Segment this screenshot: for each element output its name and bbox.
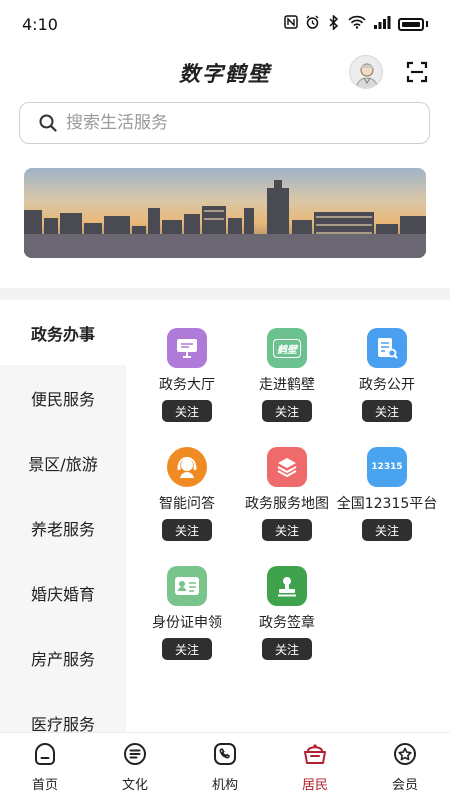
stamp-icon — [267, 566, 307, 606]
hotline-badge-text: 12315 — [371, 462, 403, 472]
battery-icon — [398, 17, 424, 31]
search-box[interactable] — [19, 102, 430, 144]
section-divider — [0, 288, 450, 300]
service-tile[interactable]: 政务公开 关注 — [337, 318, 437, 423]
scan-icon — [406, 61, 428, 83]
service-label: 身份证申领 — [152, 615, 222, 631]
follow-button[interactable]: 关注 — [162, 638, 212, 660]
sidebar-item-wedding-childbirth[interactable]: 婚庆婚育 — [0, 560, 126, 625]
layers-map-icon — [267, 447, 307, 487]
hebi-badge-text: 鹤壁 — [273, 338, 301, 358]
avatar[interactable] — [349, 55, 383, 89]
id-card-icon — [167, 566, 207, 606]
nav-label: 机构 — [211, 778, 238, 793]
status-icons — [284, 13, 428, 34]
nav-item-membership[interactable]: 会员 — [360, 733, 450, 800]
service-tile[interactable]: 智能问答 关注 — [137, 437, 237, 542]
service-label: 政务服务地图 — [245, 496, 329, 512]
nav-item-institutions[interactable]: 机构 — [180, 733, 270, 800]
nav-label: 首页 — [31, 778, 58, 793]
follow-button[interactable]: 关注 — [262, 519, 312, 541]
sidebar-item-convenience-services[interactable]: 便民服务 — [0, 365, 126, 430]
search-input[interactable] — [66, 113, 366, 133]
institution-phone-icon — [214, 743, 236, 765]
city-banner-image[interactable] — [24, 168, 426, 258]
document-search-icon — [367, 328, 407, 368]
service-grid: 政务大厅 关注 鹤壁 走进鹤壁 关注 政务公开 关注 智能问答 关注 政务服务地… — [137, 318, 437, 661]
service-tile[interactable]: 政务签章 关注 — [237, 556, 337, 661]
sidebar-item-medical[interactable]: 医疗服务 — [0, 690, 126, 733]
status-time: 4:10 — [22, 14, 58, 34]
sidebar-item-elderly-care[interactable]: 养老服务 — [0, 495, 126, 560]
wifi-icon — [348, 15, 366, 33]
nav-label: 居民 — [301, 778, 328, 793]
follow-button[interactable]: 关注 — [162, 400, 212, 422]
follow-button[interactable]: 关注 — [262, 400, 312, 422]
service-label: 政务签章 — [259, 615, 315, 631]
nav-item-residents[interactable]: 居民 — [270, 733, 360, 800]
search-icon — [39, 114, 57, 132]
sidebar-item-scenic-tourism[interactable]: 景区/旅游 — [0, 430, 126, 495]
nav-item-home[interactable]: 首页 — [0, 733, 90, 800]
service-label: 政务大厅 — [159, 377, 215, 393]
culture-icon — [124, 743, 146, 765]
nav-item-culture[interactable]: 文化 — [90, 733, 180, 800]
service-tile[interactable]: 身份证申领 关注 — [137, 556, 237, 661]
city-skyline-image — [24, 168, 426, 258]
service-label: 走进鹤壁 — [259, 377, 315, 393]
nav-label: 文化 — [121, 778, 148, 793]
residents-icon — [304, 744, 326, 764]
scan-button[interactable] — [405, 60, 429, 84]
bluetooth-icon — [327, 13, 341, 34]
home-icon — [35, 743, 55, 765]
follow-button[interactable]: 关注 — [262, 638, 312, 660]
header: 数字鹤壁 — [0, 48, 450, 96]
hotline-12315-icon: 12315 — [367, 447, 407, 487]
bottom-nav: 首页 文化 机构 居民 会员 — [0, 732, 450, 800]
follow-button[interactable]: 关注 — [362, 519, 412, 541]
customer-service-icon — [167, 447, 207, 487]
category-sidebar: 政务办事 便民服务 景区/旅游 养老服务 婚庆婚育 房产服务 医疗服务 — [0, 300, 126, 732]
alarm-icon — [305, 15, 320, 34]
status-bar: 4:10 — [0, 0, 450, 48]
service-tile[interactable]: 12315 全国12315平台 关注 — [337, 437, 437, 542]
signal-icon — [373, 15, 391, 33]
battery-tip — [426, 21, 428, 27]
hebi-badge-icon: 鹤壁 — [267, 328, 307, 368]
service-label: 全国12315平台 — [336, 496, 438, 512]
membership-icon — [394, 743, 416, 765]
follow-button[interactable]: 关注 — [362, 400, 412, 422]
nav-label: 会员 — [391, 778, 418, 793]
service-tile[interactable]: 政务大厅 关注 — [137, 318, 237, 423]
service-label: 政务公开 — [359, 377, 415, 393]
hall-monitor-icon — [167, 328, 207, 368]
service-label: 智能问答 — [159, 496, 215, 512]
nfc-icon — [284, 15, 298, 33]
sidebar-item-government-affairs[interactable]: 政务办事 — [0, 300, 126, 365]
service-tile[interactable]: 政务服务地图 关注 — [237, 437, 337, 542]
service-tile[interactable]: 鹤壁 走进鹤壁 关注 — [237, 318, 337, 423]
sidebar-item-housing[interactable]: 房产服务 — [0, 625, 126, 690]
follow-button[interactable]: 关注 — [162, 519, 212, 541]
